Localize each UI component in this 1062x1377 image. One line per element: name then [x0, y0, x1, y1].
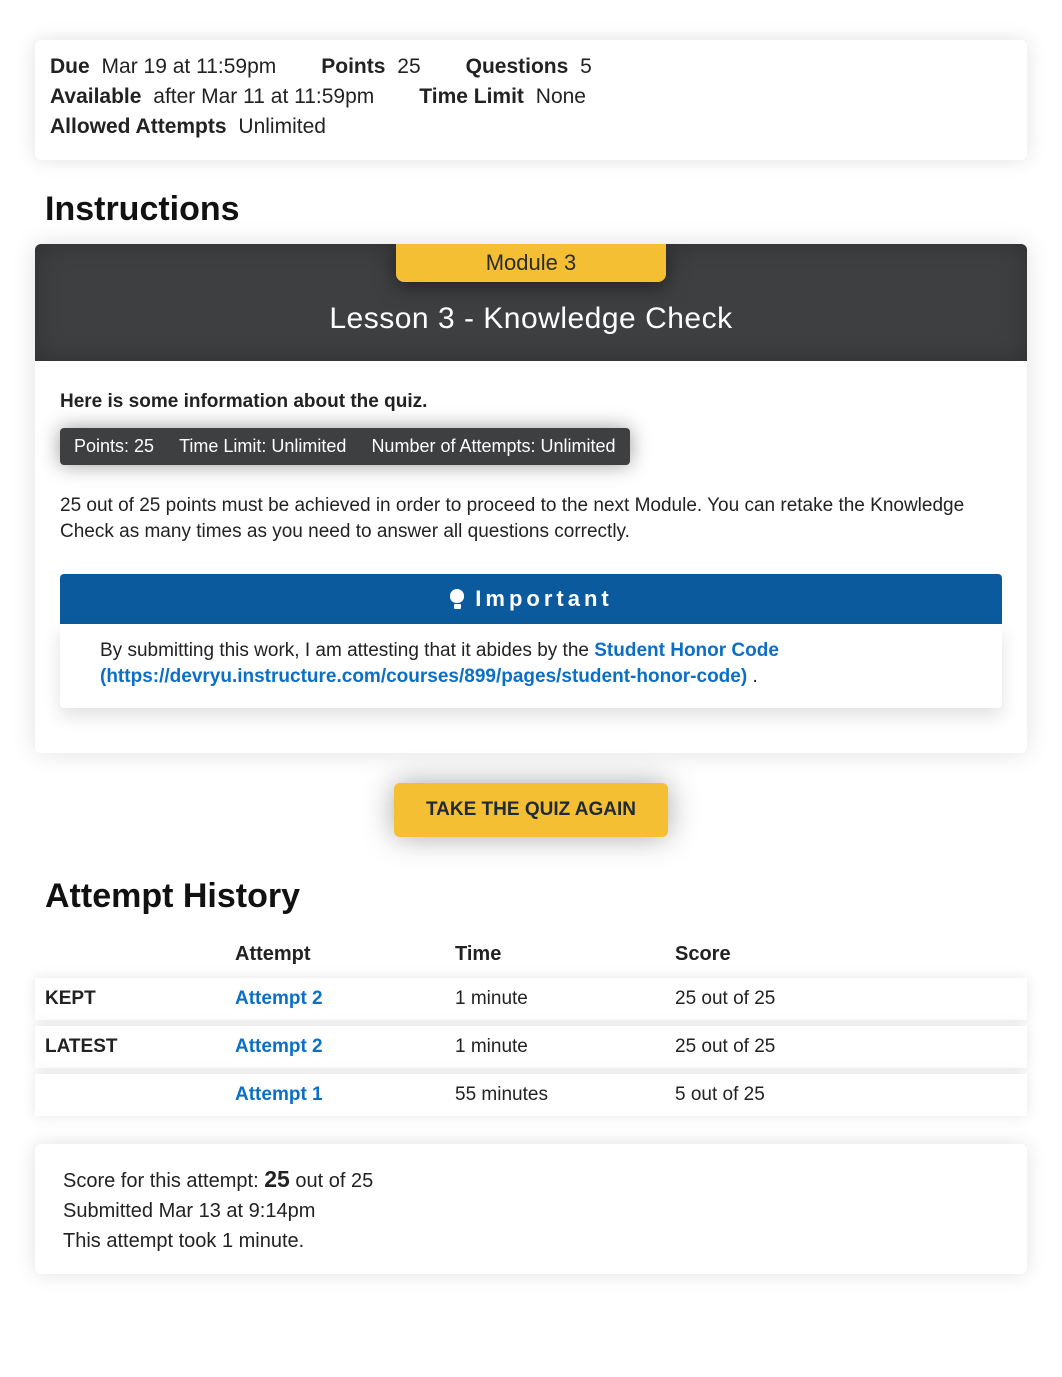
attempt-link[interactable]: Attempt 2 [235, 1036, 323, 1057]
score-line1-big: 25 [264, 1166, 290, 1192]
important-label: Important [475, 586, 612, 612]
meta-due-label: Due [50, 55, 90, 78]
lightbulb-icon [449, 589, 465, 609]
score-line1-suffix: out of 25 [290, 1170, 373, 1192]
meta-due-val: Mar 19 at 11:59pm [102, 55, 277, 78]
history-header-row: Attempt Time Score [35, 937, 1027, 972]
quiz-meta-box: Due Mar 19 at 11:59pm Points 25 Question… [35, 40, 1027, 160]
meta-attempts-val: Unlimited [238, 115, 326, 138]
instructions-header: Module 3 Lesson 3 - Knowledge Check [35, 244, 1027, 361]
row-time: 1 minute [445, 978, 665, 1020]
table-row: KEPT Attempt 2 1 minute 25 out of 25 [35, 978, 1027, 1020]
history-col-attempt: Attempt [225, 937, 445, 972]
meta-questions-label: Questions [466, 55, 569, 78]
meta-points: Points 25 [321, 55, 420, 79]
row-tag: LATEST [35, 1026, 225, 1068]
meta-timelimit: Time Limit None [419, 85, 586, 109]
history-col-time: Time [445, 937, 665, 972]
quiz-info-bar: Points: 25 Time Limit: Unlimited Number … [60, 428, 630, 465]
quiz-info-points: Points: 25 [74, 436, 154, 457]
row-score: 25 out of 25 [665, 978, 1027, 1020]
take-quiz-wrap: TAKE THE QUIZ AGAIN [35, 783, 1027, 837]
quiz-info-lead: Here is some information about the quiz. [60, 391, 1002, 413]
meta-timelimit-label: Time Limit [419, 85, 524, 108]
table-row: LATEST Attempt 2 1 minute 25 out of 25 [35, 1026, 1027, 1068]
meta-questions-val: 5 [580, 55, 592, 78]
table-row: Attempt 1 55 minutes 5 out of 25 [35, 1074, 1027, 1116]
score-line1: Score for this attempt: 25 out of 25 [63, 1162, 999, 1197]
instructions-box: Module 3 Lesson 3 - Knowledge Check Here… [35, 244, 1027, 753]
score-summary-box: Score for this attempt: 25 out of 25 Sub… [35, 1144, 1027, 1275]
quiz-info-timelimit: Time Limit: Unlimited [179, 436, 346, 457]
score-line3: This attempt took 1 minute. [63, 1226, 999, 1256]
meta-available-label: Available [50, 85, 141, 108]
quiz-explain: 25 out of 25 points must be achieved in … [60, 493, 1002, 544]
lesson-title: Lesson 3 - Knowledge Check [35, 302, 1027, 336]
meta-points-val: 25 [397, 55, 420, 78]
attempt-history-table: Attempt Time Score KEPT Attempt 2 1 minu… [35, 931, 1027, 1122]
important-banner: Important [60, 574, 1002, 624]
meta-points-label: Points [321, 55, 385, 78]
row-tag: KEPT [35, 978, 225, 1020]
instructions-heading: Instructions [45, 190, 1027, 229]
meta-available-val: after Mar 11 at 11:59pm [153, 85, 374, 108]
module-pill: Module 3 [396, 244, 667, 282]
row-score: 25 out of 25 [665, 1026, 1027, 1068]
important-body: By submitting this work, I am attesting … [60, 624, 1002, 707]
score-line2: Submitted Mar 13 at 9:14pm [63, 1196, 999, 1226]
attempt-link[interactable]: Attempt 1 [235, 1084, 323, 1105]
instructions-body: Here is some information about the quiz.… [35, 361, 1027, 753]
history-col-score: Score [665, 937, 1027, 972]
meta-due: Due Mar 19 at 11:59pm [50, 55, 276, 79]
meta-questions: Questions 5 [466, 55, 592, 79]
quiz-info-attempts: Number of Attempts: Unlimited [371, 436, 615, 457]
meta-timelimit-val: None [536, 85, 586, 108]
take-quiz-button[interactable]: TAKE THE QUIZ AGAIN [394, 783, 668, 837]
row-score: 5 out of 25 [665, 1074, 1027, 1116]
history-col-tag [35, 937, 225, 972]
honor-suffix: . [752, 666, 757, 687]
row-time: 1 minute [445, 1026, 665, 1068]
meta-attempts-label: Allowed Attempts [50, 115, 227, 138]
row-tag [35, 1074, 225, 1116]
attempt-history-heading: Attempt History [45, 877, 1027, 916]
attempt-link[interactable]: Attempt 2 [235, 988, 323, 1009]
row-time: 55 minutes [445, 1074, 665, 1116]
meta-attempts: Allowed Attempts Unlimited [50, 115, 326, 139]
score-line1-prefix: Score for this attempt: [63, 1170, 264, 1192]
meta-available: Available after Mar 11 at 11:59pm [50, 85, 374, 109]
honor-prefix: By submitting this work, I am attesting … [100, 640, 594, 661]
